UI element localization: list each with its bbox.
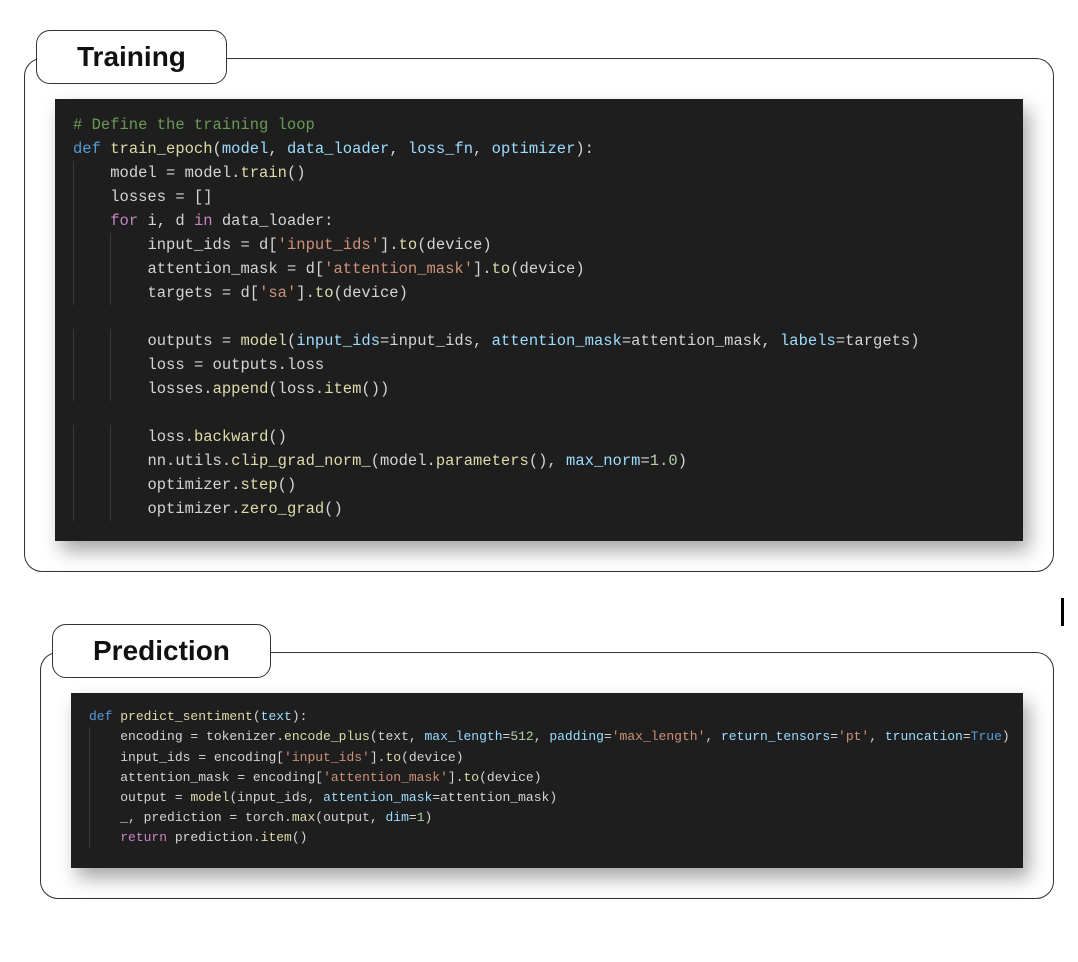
training-title: Training [77,41,186,72]
prediction-tab-label: Prediction [52,624,271,678]
prediction-title: Prediction [93,635,230,666]
training-code-block: # Define the training loop def train_epo… [55,99,1023,541]
training-panel: # Define the training loop def train_epo… [24,58,1054,572]
prediction-panel: def predict_sentiment(text): encoding = … [40,652,1054,899]
text-cursor [1061,598,1064,626]
training-tab-label: Training [36,30,227,84]
prediction-code-block: def predict_sentiment(text): encoding = … [71,693,1023,868]
prediction-section: Prediction def predict_sentiment(text): … [40,652,1054,899]
training-section: Training # Define the training loop def … [24,58,1054,572]
